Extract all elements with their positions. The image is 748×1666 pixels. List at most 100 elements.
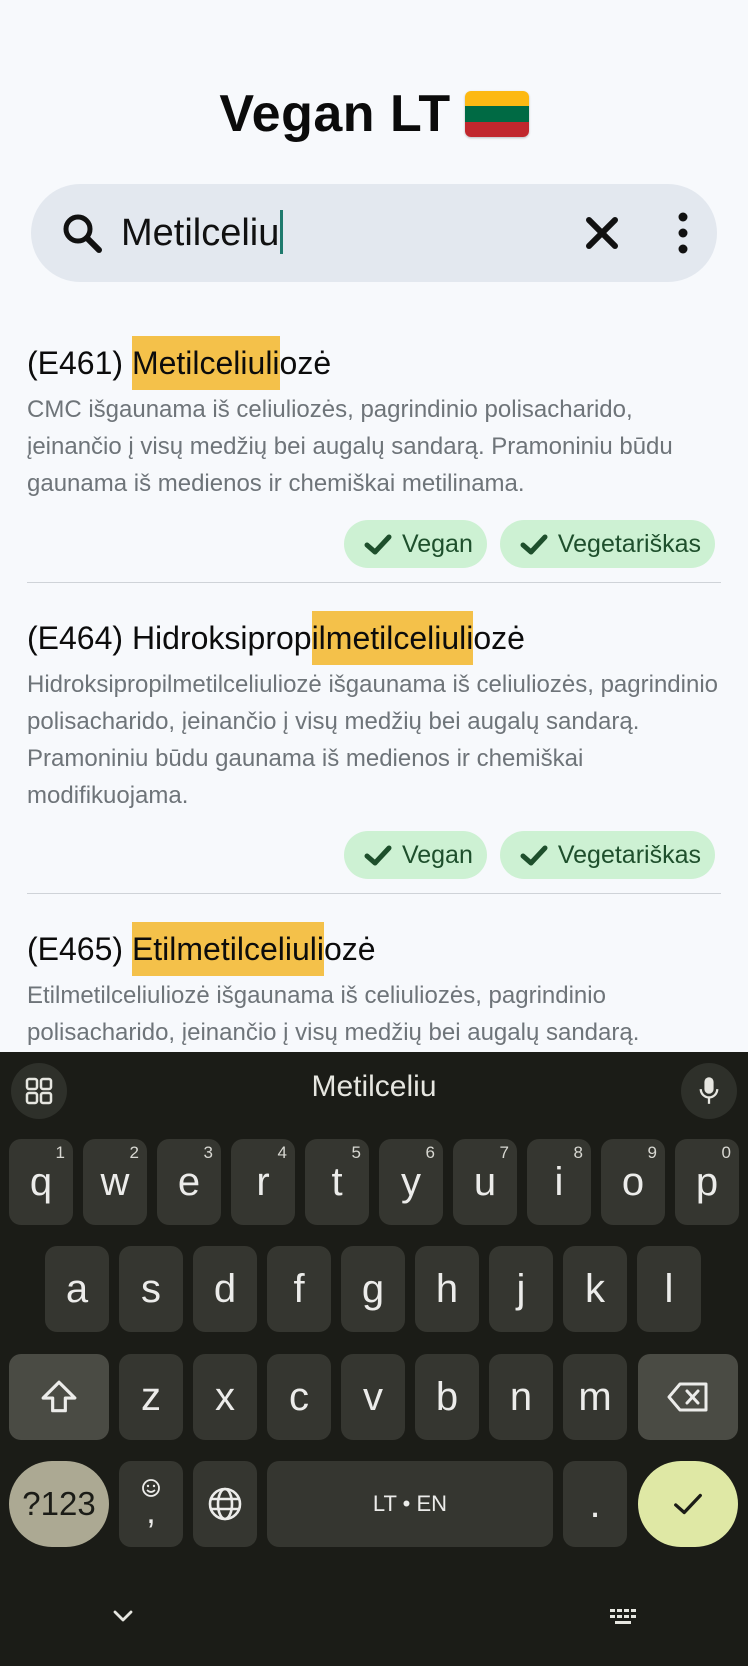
result-description: Etilmetilceliuliozė išgaunama iš celiuli… (27, 982, 640, 1046)
flag-stripe-yellow (464, 91, 529, 107)
check-icon (520, 845, 548, 866)
result-description: Hidroksipropilmetilceliuliozė išgaunama … (27, 671, 718, 809)
result-tags: Vegan Vegetariškas (343, 831, 715, 879)
letter-key[interactable]: a (45, 1246, 109, 1332)
result-tags: Vegan Vegetariškas (343, 520, 715, 568)
microphone-icon[interactable] (681, 1063, 737, 1119)
letter-key[interactable]: s (119, 1246, 183, 1332)
check-icon (364, 845, 392, 866)
language-key[interactable] (193, 1461, 257, 1547)
app-title: Vegan LT (0, 84, 748, 144)
badge-label: Vegetariškas (557, 529, 701, 558)
result-description: CMC išgaunama iš celiuliozės, pagrindini… (27, 396, 673, 497)
key-hint-number: 6 (425, 1143, 435, 1162)
result-title: (E464) Hidroksipropilmetilceliuliozė (27, 611, 721, 665)
lithuania-flag-icon (464, 91, 529, 137)
vegan-badge: Vegan (343, 831, 487, 879)
search-match-highlight: ilmetilceliuli (311, 611, 474, 665)
chevron-down-icon[interactable] (111, 1604, 135, 1628)
key-hint-number: 1 (55, 1143, 65, 1162)
key-hint-number: 4 (277, 1143, 287, 1162)
letter-key[interactable]: n (489, 1354, 553, 1440)
enter-key[interactable] (638, 1461, 738, 1547)
key-label: p (695, 1159, 719, 1204)
badge-label: Vegetariškas (557, 840, 701, 869)
letter-key[interactable]: r4 (231, 1139, 295, 1225)
key-label: h (435, 1266, 459, 1311)
result-name-suffix: ozė (473, 620, 525, 656)
letter-key[interactable]: w2 (83, 1139, 147, 1225)
key-hint-number: 9 (647, 1143, 657, 1162)
result-name-prefix: Hidroksiprop (131, 620, 312, 656)
key-label: m (578, 1374, 612, 1419)
letter-key[interactable]: u7 (453, 1139, 517, 1225)
letter-key[interactable]: q1 (9, 1139, 73, 1225)
result-item[interactable]: (E461) Metilceliuliozė CMC išgaunama iš … (27, 336, 721, 583)
key-hint-number: 8 (573, 1143, 583, 1162)
check-icon (364, 534, 392, 555)
letter-key[interactable]: e3 (157, 1139, 221, 1225)
key-hint-number: 0 (721, 1143, 731, 1162)
keyboard-switch-icon[interactable] (608, 1604, 642, 1628)
navigation-strip (0, 1582, 748, 1666)
letter-key[interactable]: h (415, 1246, 479, 1332)
search-match-highlight: Metilceliuli (131, 336, 280, 390)
letter-key[interactable]: b (415, 1354, 479, 1440)
key-label: n (509, 1374, 533, 1419)
check-icon (520, 534, 548, 555)
key-label: j (516, 1266, 526, 1311)
letter-key[interactable]: p0 (675, 1139, 739, 1225)
key-label: v (363, 1374, 383, 1419)
space-key[interactable]: LT • EN (267, 1461, 553, 1547)
search-bar[interactable]: Metilceliu (31, 184, 717, 282)
search-input-value: Metilceliu (121, 212, 280, 254)
letter-key[interactable]: d (193, 1246, 257, 1332)
app-title-text: Vegan LT (219, 85, 451, 143)
close-icon[interactable] (583, 214, 621, 252)
badge-label: Vegan (401, 840, 473, 869)
flag-stripe-red (464, 121, 529, 137)
result-name-suffix: ozė (279, 345, 332, 381)
globe-icon (208, 1487, 242, 1521)
key-label: q (29, 1159, 53, 1204)
word-suggestion[interactable]: Metilceliu (0, 1070, 748, 1104)
comma-emoji-key[interactable]: , (119, 1461, 183, 1547)
letter-key[interactable]: y6 (379, 1139, 443, 1225)
key-label: f (293, 1266, 305, 1311)
letter-key[interactable]: t5 (305, 1139, 369, 1225)
letter-key[interactable]: j (489, 1246, 553, 1332)
letter-key[interactable]: x (193, 1354, 257, 1440)
key-label: y (401, 1159, 421, 1204)
letter-key[interactable]: v (341, 1354, 405, 1440)
shift-key[interactable] (9, 1354, 109, 1440)
period-key[interactable]: . (563, 1461, 627, 1547)
result-code: (E461) (27, 345, 132, 381)
soft-keyboard: Metilceliu q1w2e3r4t5y6u7i8o9p0 asdfghjk… (0, 1052, 748, 1666)
backspace-key[interactable] (638, 1354, 738, 1440)
comma-label: , (146, 1493, 156, 1531)
letter-key[interactable]: z (119, 1354, 183, 1440)
letter-key[interactable]: i8 (527, 1139, 591, 1225)
search-input[interactable]: Metilceliu (121, 206, 284, 260)
result-item[interactable]: (E464) Hidroksipropilmetilceliuliozė Hid… (27, 611, 721, 894)
search-match-highlight: Etilmetilceliuli (131, 922, 324, 976)
key-label: s (141, 1266, 161, 1311)
letter-key[interactable]: c (267, 1354, 331, 1440)
letter-key[interactable]: l (637, 1246, 701, 1332)
result-code: (E464) (27, 620, 132, 656)
letter-key[interactable]: f (267, 1246, 331, 1332)
letter-key[interactable]: k (563, 1246, 627, 1332)
key-label: u (473, 1159, 497, 1204)
search-icon (63, 214, 102, 253)
letter-key[interactable]: g (341, 1246, 405, 1332)
key-label: l (664, 1266, 674, 1311)
key-hint-number: 5 (351, 1143, 361, 1162)
more-vert-icon[interactable] (661, 210, 705, 256)
key-label: t (331, 1159, 343, 1204)
result-code: (E465) (27, 931, 132, 967)
letter-key[interactable]: m (563, 1354, 627, 1440)
letter-key[interactable]: o9 (601, 1139, 665, 1225)
badge-label: Vegan (401, 529, 473, 558)
symbols-key[interactable]: ?123 (9, 1461, 109, 1547)
key-hint-number: 2 (129, 1143, 139, 1162)
